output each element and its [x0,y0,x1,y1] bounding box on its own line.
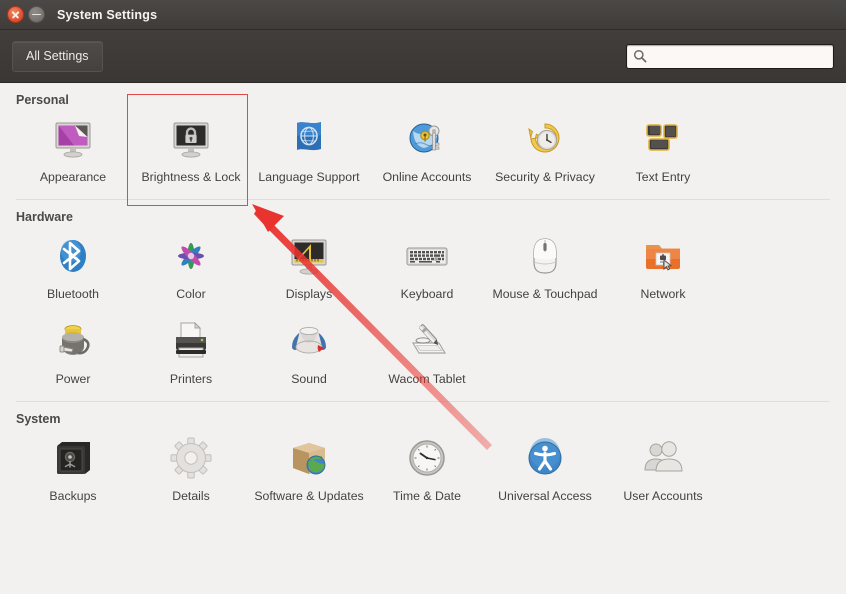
minimize-icon[interactable] [28,6,45,23]
details-icon [167,434,215,482]
tile-mouse-touchpad[interactable]: Mouse & Touchpad [486,226,604,310]
appearance-icon [49,115,97,163]
online-accounts-icon [403,115,451,163]
tile-label: Displays [285,287,333,302]
tile-security-privacy[interactable]: Security & Privacy [486,109,604,193]
tile-label: User Accounts [623,489,703,504]
user-accounts-icon [639,434,687,482]
tile-appearance[interactable]: Appearance [14,109,132,193]
tile-time-date[interactable]: Time & Date [368,428,486,512]
search-box[interactable] [626,43,834,69]
tile-language-support[interactable]: Language Support [250,109,368,193]
tile-label: Text Entry [635,170,691,184]
tile-power[interactable]: Power [14,311,132,395]
security-privacy-icon [521,115,569,163]
tile-printers[interactable]: Printers [132,311,250,395]
brightness-lock-icon [167,115,215,163]
section-title-hardware: Hardware [16,210,73,225]
software-updates-icon [285,434,333,482]
section-title-personal: Personal [16,93,69,107]
tile-displays[interactable]: Displays [250,226,368,310]
tile-software-updates[interactable]: Software & Updates [250,428,368,512]
tile-bluetooth[interactable]: Bluetooth [14,226,132,310]
keyboard-icon [403,232,451,280]
tile-label: Online Accounts [382,170,472,184]
printers-icon [167,317,215,365]
color-icon [167,232,215,280]
section-grid-personal: Appearance Brightness & Lock Language Su… [14,94,832,206]
tile-text-entry[interactable]: Text Entry [604,109,722,193]
mouse-touchpad-icon [521,232,569,280]
wacom-tablet-icon [403,317,451,365]
universal-access-icon [521,434,569,482]
displays-icon [285,232,333,280]
tile-details[interactable]: Details [132,428,250,512]
tile-backups[interactable]: Backups [14,428,132,512]
tile-network[interactable]: Network [604,226,722,310]
text-entry-icon [639,115,687,163]
all-settings-button[interactable]: All Settings [12,40,103,72]
window-titlebar: System Settings [0,0,846,30]
tile-keyboard[interactable]: Keyboard [368,226,486,310]
tile-label: Network [640,287,686,302]
tile-label: Security & Privacy [495,170,595,184]
tile-brightness-lock[interactable]: Brightness & Lock [132,109,250,193]
tile-label: Keyboard [400,287,454,302]
tile-wacom-tablet[interactable]: Wacom Tablet [368,311,486,395]
power-icon [49,317,97,365]
tile-label: Printers [169,371,213,386]
tile-universal-access[interactable]: Universal Access [486,428,604,512]
tile-color[interactable]: Color [132,226,250,310]
tile-user-accounts[interactable]: User Accounts [604,428,722,512]
tile-label: Sound [291,371,327,386]
tile-label: Backups [49,489,97,504]
network-icon [639,232,687,280]
section-grid-hardware: Bluetooth Color Displays Keyboard Mouse … [14,226,832,395]
search-icon [633,49,647,63]
tile-label: Brightness & Lock [141,170,241,184]
settings-content: Personal Appearance Brightness & Lock La… [0,83,846,594]
tile-label: Wacom Tablet [388,371,466,386]
language-support-icon [285,115,333,163]
tile-label: Universal Access [498,489,592,504]
tile-label: Time & Date [393,489,461,504]
time-date-icon [403,434,451,482]
tile-label: Mouse & Touchpad [492,287,598,302]
search-input[interactable] [652,49,827,63]
tile-label: Software & Updates [254,489,364,504]
section-title-system: System [16,412,61,427]
tile-label: Details [172,489,210,504]
tile-label: Power [55,371,91,386]
tile-sound[interactable]: Sound [250,311,368,395]
backups-icon [49,434,97,482]
section-grid-system: Backups Details Software & Updates Time … [14,428,832,512]
close-icon[interactable] [7,6,24,23]
tile-label: Bluetooth [47,287,99,302]
sound-icon [285,317,333,365]
tile-label: Color [176,287,206,302]
tile-online-accounts[interactable]: Online Accounts [368,109,486,193]
tile-label: Language Support [258,170,360,184]
tile-label: Appearance [39,170,107,184]
window-title: System Settings [57,7,158,22]
bluetooth-icon [49,232,97,280]
toolbar: All Settings [0,30,846,83]
